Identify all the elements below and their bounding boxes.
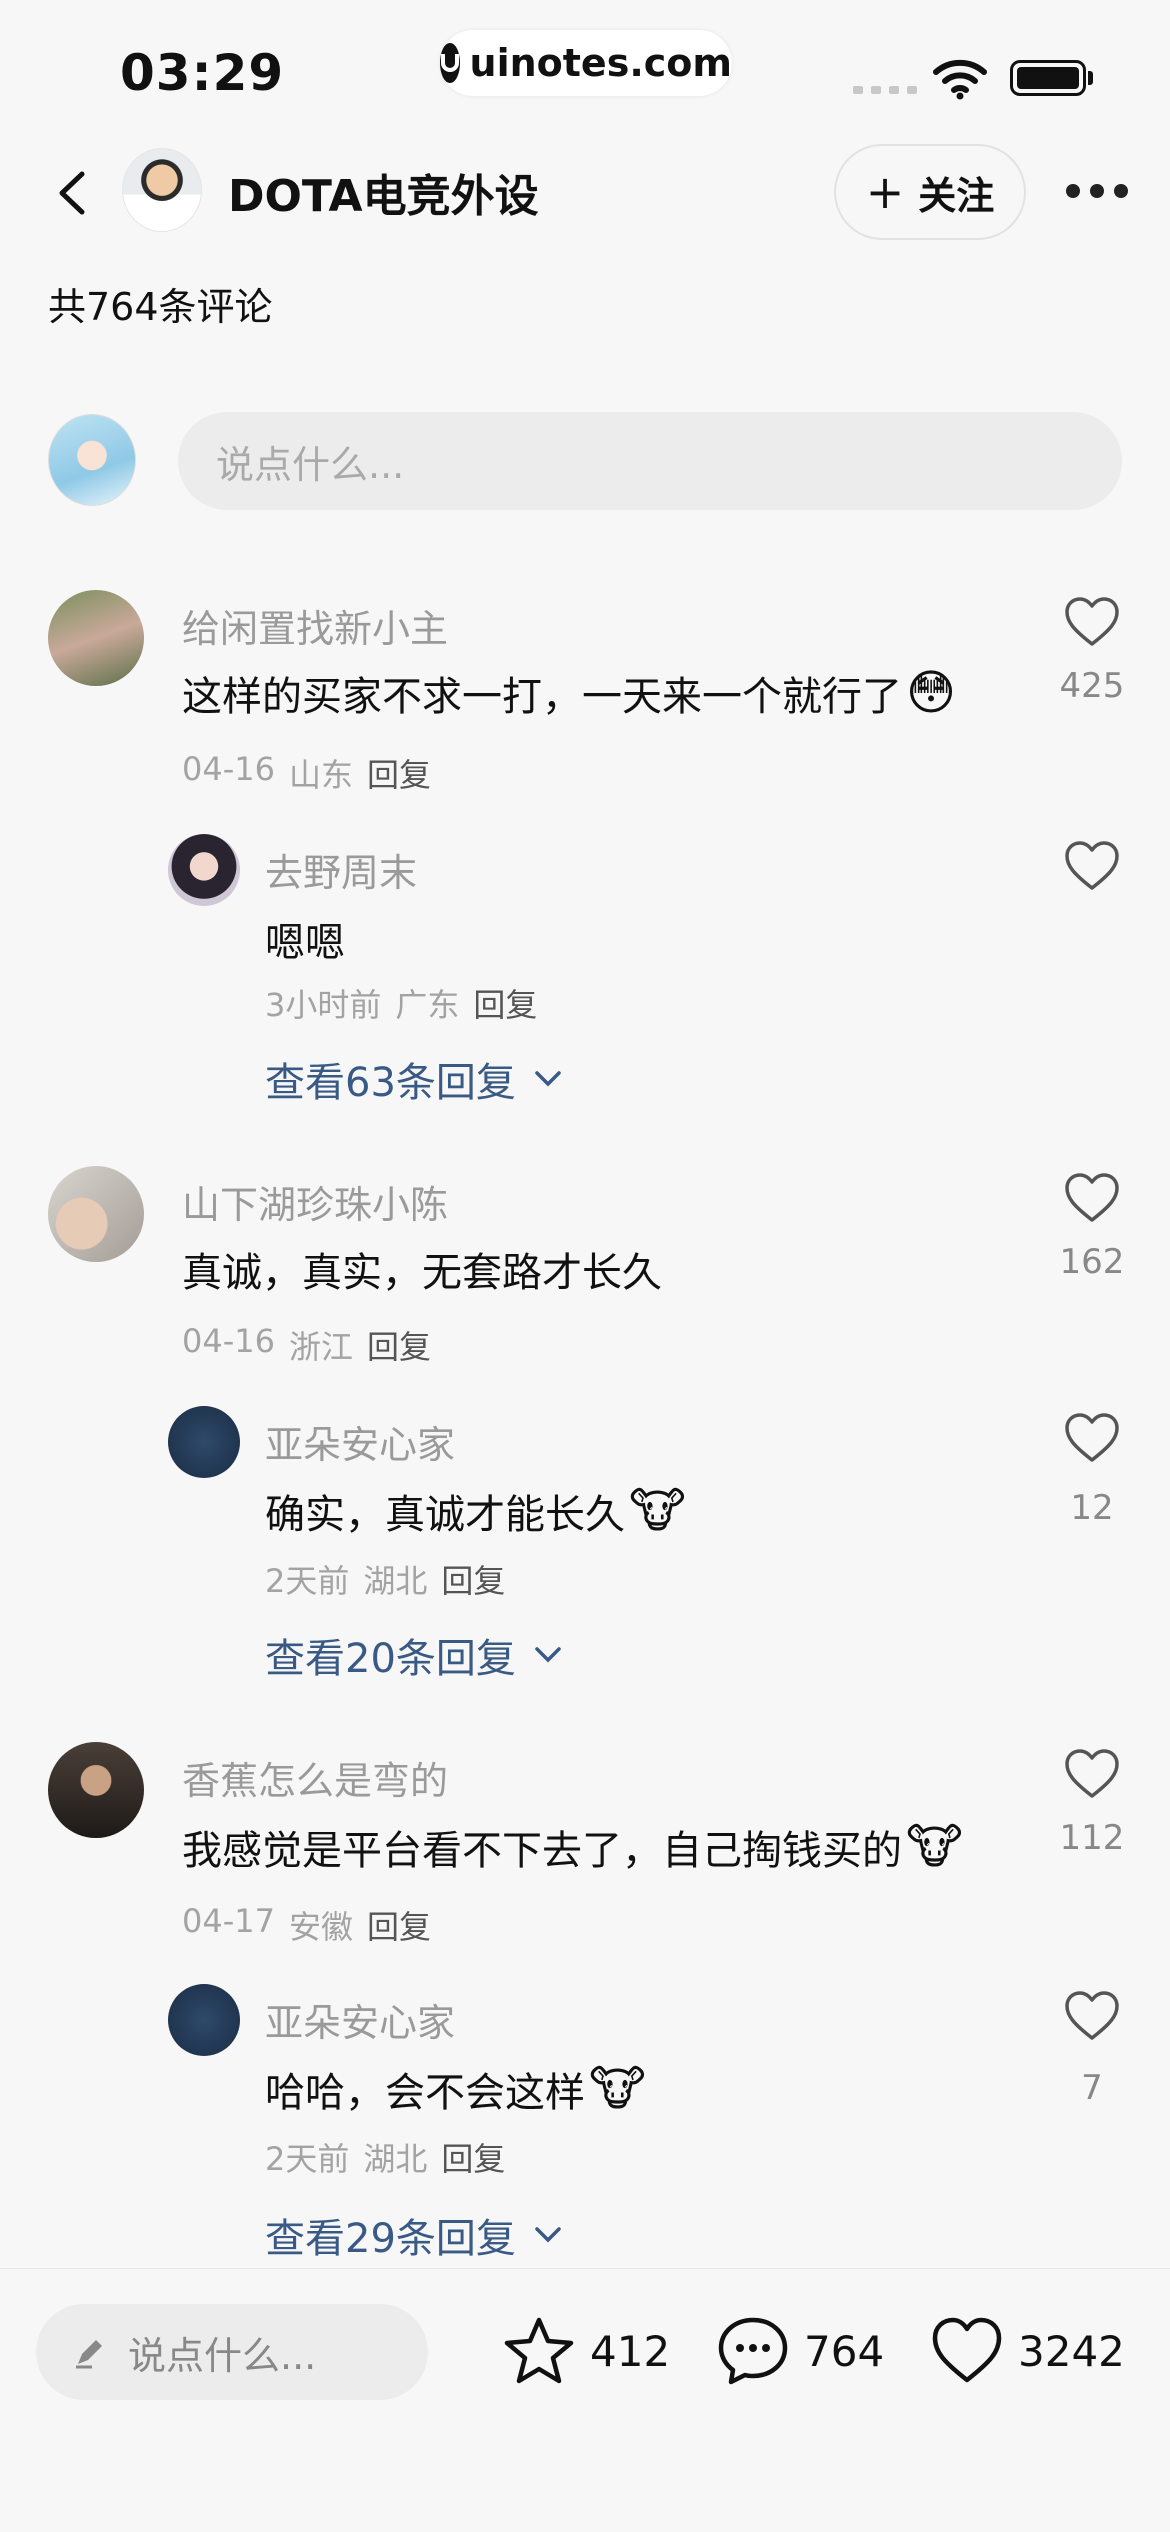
comment-meta: 04-16 浙江 回复 — [182, 1322, 432, 1368]
commenter-name[interactable]: 山下湖珍珠小陈 — [182, 1174, 448, 1229]
commenter-avatar[interactable] — [48, 590, 144, 686]
reply-meta: 3小时前 广东 回复 — [265, 980, 537, 1026]
chevron-down-icon — [535, 1071, 561, 1087]
status-time: 03:29 — [120, 44, 285, 102]
like-count: 7 — [1081, 2068, 1103, 2108]
reply-name[interactable]: 去野周末 — [265, 842, 417, 897]
like-count: 425 — [1059, 666, 1125, 706]
view-more-replies-button[interactable]: 查看63条回复 — [265, 1050, 562, 1108]
commenter-name[interactable]: 香蕉怎么是弯的 — [182, 1750, 448, 1805]
reply-avatar[interactable] — [168, 1406, 240, 1478]
like-count: 162 — [1059, 1242, 1125, 1282]
like-button[interactable]: 3242 — [930, 2314, 1125, 2388]
heart-icon[interactable] — [1064, 840, 1120, 892]
commenter-avatar[interactable] — [48, 1742, 144, 1838]
heart-icon[interactable] — [1064, 596, 1120, 648]
reply-avatar[interactable] — [168, 1984, 240, 2056]
reply-meta: 2天前 湖北 回复 — [265, 2134, 505, 2180]
reply-button[interactable]: 回复 — [367, 750, 431, 796]
heart-icon[interactable] — [1064, 1172, 1120, 1224]
heart-icon — [932, 2317, 1002, 2383]
commenter-name[interactable]: 给闲置找新小主 — [182, 598, 448, 653]
reply-meta: 2天前 湖北 回复 — [265, 1556, 505, 1602]
reply-button[interactable]: 回复 — [441, 2134, 505, 2180]
battery-icon — [1010, 60, 1086, 96]
heart-icon[interactable] — [1064, 1412, 1120, 1464]
cow-emoji-icon: 🐮 — [589, 2061, 646, 2117]
chevron-down-icon — [535, 1647, 561, 1663]
flushed-face-emoji-icon: 😳 — [906, 665, 957, 721]
watermark-text: uinotes.com — [469, 41, 732, 85]
more-options-icon[interactable] — [1066, 184, 1128, 198]
current-user-avatar — [48, 414, 136, 506]
like-count: 112 — [1059, 1818, 1125, 1858]
follow-label: 关注 — [918, 173, 995, 218]
comment-text: 真诚，真实，无套路才长久 — [182, 1250, 662, 1296]
heart-icon[interactable] — [1064, 1990, 1120, 2042]
reply-button[interactable]: 回复 — [441, 1556, 505, 1602]
favorite-button[interactable]: 412 — [502, 2314, 670, 2388]
view-more-replies-button[interactable]: 查看29条回复 — [265, 2206, 562, 2264]
cow-emoji-icon: 🐮 — [629, 1483, 686, 1539]
comment-text: 这样的买家不求一打，一天来一个就行了 😳 — [182, 665, 957, 721]
follow-button[interactable]: + 关注 — [834, 144, 1026, 240]
cellular-signal-icon — [853, 86, 917, 94]
back-arrow-icon[interactable] — [52, 168, 92, 218]
author-avatar[interactable] — [122, 148, 202, 232]
reply-avatar[interactable] — [168, 834, 240, 906]
watermark-logo-icon — [440, 43, 460, 83]
plus-icon: + — [865, 165, 905, 219]
pencil-icon — [76, 2340, 102, 2369]
comment-count: 共764条评论 — [48, 285, 273, 329]
wifi-icon — [933, 59, 987, 100]
comment-text: 我感觉是平台看不下去了，自己掏钱买的 🐮 — [182, 1819, 963, 1875]
star-icon — [504, 2317, 574, 2384]
comment-total: 764 — [804, 2326, 885, 2376]
reply-text: 哈哈，会不会这样 🐮 — [265, 2061, 646, 2117]
comment-input[interactable]: 说点什么... — [178, 412, 1122, 510]
cow-emoji-icon: 🐮 — [906, 1819, 963, 1875]
reply-text: 确实，真诚才能长久 🐮 — [265, 1483, 686, 1539]
reply-text: 嗯嗯 — [265, 920, 345, 966]
reply-button[interactable]: 回复 — [367, 1322, 431, 1368]
like-count: 12 — [1070, 1488, 1114, 1528]
comment-meta: 04-17 安徽 回复 — [182, 1902, 432, 1948]
heart-icon[interactable] — [1064, 1748, 1120, 1800]
commenter-avatar[interactable] — [48, 1166, 144, 1262]
watermark-badge: uinotes.com — [440, 30, 732, 96]
view-more-replies-button[interactable]: 查看20条回复 — [265, 1626, 562, 1684]
favorite-count: 412 — [590, 2326, 671, 2376]
comments-button[interactable]: 764 — [716, 2314, 884, 2388]
reply-name[interactable]: 亚朵安心家 — [265, 1414, 455, 1469]
like-total: 3242 — [1018, 2326, 1125, 2376]
battery-tip — [1088, 71, 1093, 85]
comment-meta: 04-16 山东 回复 — [182, 750, 432, 796]
reply-name[interactable]: 亚朵安心家 — [265, 1992, 455, 2047]
comment-bubble-icon — [718, 2317, 788, 2385]
chevron-down-icon — [535, 2227, 561, 2243]
reply-button[interactable]: 回复 — [367, 1902, 431, 1948]
reply-button[interactable]: 回复 — [473, 980, 537, 1026]
author-name[interactable]: DOTA电竞外设 — [228, 160, 539, 224]
bottom-comment-input[interactable]: 说点什么... — [36, 2304, 428, 2400]
